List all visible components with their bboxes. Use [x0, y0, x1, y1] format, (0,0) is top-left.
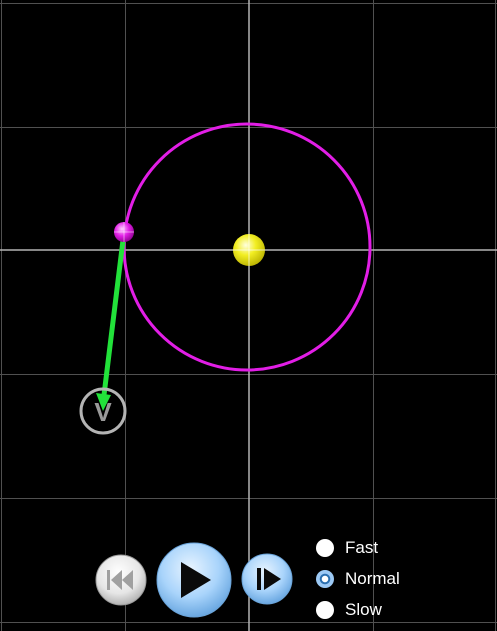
speed-option-label: Fast	[345, 538, 379, 557]
step-forward-icon	[241, 553, 293, 605]
speed-option-fast[interactable]: Fast	[315, 537, 435, 559]
skip-to-start-icon	[95, 554, 147, 606]
radio-button-selected[interactable]	[316, 570, 334, 588]
speed-option-label: Slow	[345, 600, 382, 619]
radio-button[interactable]	[316, 601, 334, 619]
step-forward-button[interactable]	[241, 553, 293, 605]
play-button[interactable]	[156, 542, 232, 618]
planet[interactable]	[114, 222, 134, 242]
velocity-handle-label: V	[94, 397, 112, 427]
reset-button[interactable]	[95, 554, 147, 606]
velocity-vector	[101, 229, 127, 398]
speed-option-label: Normal	[345, 569, 400, 588]
speed-option-normal[interactable]: Normal	[315, 568, 435, 590]
play-icon	[156, 542, 232, 618]
speed-option-slow[interactable]: Slow	[315, 599, 435, 621]
radio-button[interactable]	[316, 539, 334, 557]
sun	[233, 234, 265, 266]
